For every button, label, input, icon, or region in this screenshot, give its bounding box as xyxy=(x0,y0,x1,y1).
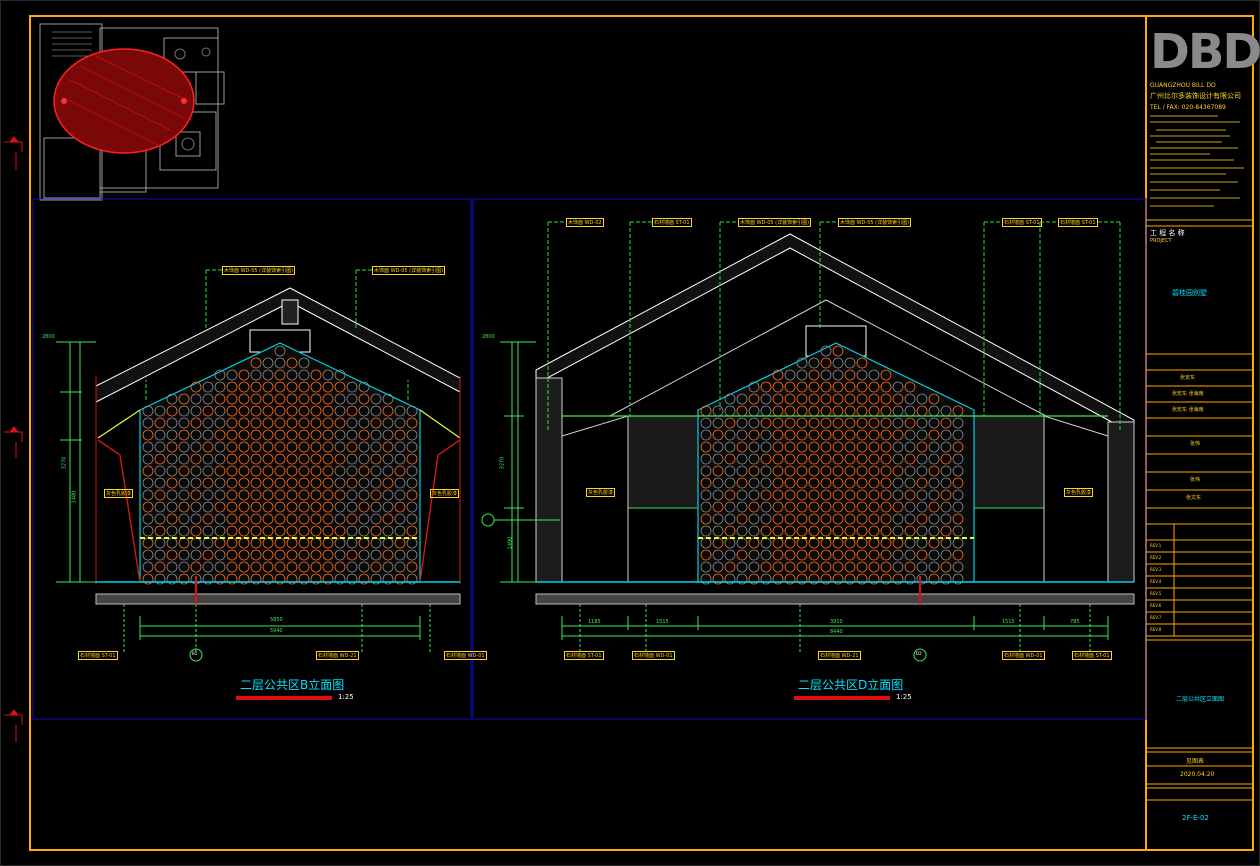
elev-d-dim-left-3: 1490 xyxy=(507,536,514,550)
elev-b-dim-2: 5940 xyxy=(270,628,283,634)
sign-row-1: 张安东 xyxy=(1180,375,1196,381)
elev-d-panel-right xyxy=(973,415,1045,509)
elev-d-dim-left-1: 2800 xyxy=(482,334,495,340)
elev-b-side-label-right: 灰色乳胶漆 xyxy=(430,489,460,498)
sign-row-4: 张伟 xyxy=(1190,441,1201,447)
designer: 见图表 xyxy=(1186,758,1205,765)
elev-b-tag-bottom-3: 石材墙面 WD-01 xyxy=(444,651,487,660)
elev-b-dim-left-1: 2800 xyxy=(42,334,55,340)
project-name: 碧桂园别墅 xyxy=(1172,289,1207,297)
elev-d-tag-top-2: 石材墙面 ST-01 xyxy=(652,218,692,227)
rev-4: REV.4 xyxy=(1150,579,1162,584)
elev-d-tag-bottom-2: 石材墙面 WD-01 xyxy=(632,651,675,660)
rev-2: REV.2 xyxy=(1150,555,1162,560)
elev-b-side-label-left: 灰色乳胶漆 xyxy=(104,489,134,498)
elev-d-feature-wall xyxy=(697,342,975,583)
elev-d-tag-top-5: 石材墙面 ST-01 xyxy=(1002,218,1042,227)
elev-b-dim-1: 5850 xyxy=(270,617,283,623)
elev-d-dim-1: 1185 xyxy=(588,619,601,625)
elevation-b-drawing xyxy=(56,269,461,700)
elev-d-dim-total: 8440 xyxy=(830,629,843,635)
rev-6: REV.6 xyxy=(1150,603,1162,608)
elev-d-tag-bottom-1: 石材墙面 ST-01 xyxy=(564,651,604,660)
elev-d-side-label-left: 灰色乳胶漆 xyxy=(586,488,616,497)
rev-1: REV.1 xyxy=(1150,543,1162,548)
elevation-d-drawing xyxy=(481,221,1135,700)
project-sub: PROJECT xyxy=(1150,238,1172,244)
elev-b-title-bar xyxy=(236,696,332,700)
elev-d-floor-slab xyxy=(535,593,1135,605)
project-label: 工 程 名 称 xyxy=(1150,229,1185,237)
drawing-number: 2F-E-02 xyxy=(1182,814,1209,822)
elev-b-floor-slab xyxy=(95,593,461,605)
elev-b-scale: 1:25 xyxy=(338,693,354,701)
elev-d-title: 二层公共区D立面图 xyxy=(798,678,904,692)
elev-b-axis-label: B1 xyxy=(192,651,198,656)
elev-b-dim-left-3: 1480 xyxy=(71,490,78,504)
elev-d-tag-bottom-3: 石材墙面 WD-21 xyxy=(818,651,861,660)
elev-d-tag-bottom-5: 石材墙面 ST-01 xyxy=(1072,651,1112,660)
elev-b-tag-top-1: 木饰面 WD-05 (详装饰索引图) xyxy=(222,266,296,275)
elev-d-tag-top-6: 石材墙面 ST-01 xyxy=(1058,218,1098,227)
elev-d-door-left xyxy=(561,415,629,583)
elev-d-tag-top-1: 木饰面 WD-02 xyxy=(566,218,604,227)
elev-d-axis-label: D2 xyxy=(916,651,922,656)
company-tel: TEL / FAX: 020-84367089 xyxy=(1150,104,1226,111)
elev-b-feature-wall xyxy=(139,342,421,583)
drawing-title: 二层公共区立面图 xyxy=(1176,696,1225,703)
elev-d-side-label-right: 灰色乳胶漆 xyxy=(1064,488,1094,497)
elev-d-tag-bottom-4: 石材墙面 WD-01 xyxy=(1002,651,1045,660)
drawing-date: 2020.04.20 xyxy=(1180,771,1215,778)
elev-b-tag-bottom-2: 石材墙面 WD-21 xyxy=(316,651,359,660)
company-name-en: GUANGZHOU BILL DO xyxy=(1150,82,1216,89)
sign-row-2: 张宏东 张海南 xyxy=(1172,391,1204,397)
title-block-grid xyxy=(1146,219,1253,801)
sign-row-3: 张宏东 张海南 xyxy=(1172,407,1204,413)
elev-d-panel-left xyxy=(627,415,699,509)
elev-b-title: 二层公共区B立面图 xyxy=(240,678,345,692)
key-plan xyxy=(39,23,225,201)
elev-d-dim-4: 1515 xyxy=(1002,619,1015,625)
elev-b-ridge-post xyxy=(281,299,299,325)
elev-d-tag-top-4: 木饰面 WD-05 (详装饰索引图) xyxy=(838,218,912,227)
elev-d-dim-3: 3910 xyxy=(830,619,843,625)
key-plan-highlight xyxy=(53,48,195,154)
elev-d-dim-left-2: 3270 xyxy=(499,456,506,470)
elev-b-tag-top-2: 木饰面 WD-05 (详装饰索引图) xyxy=(372,266,446,275)
sign-row-5: 张伟 xyxy=(1190,477,1201,483)
company-name-cn: 广州比尔多装饰设计有限公司 xyxy=(1150,92,1241,100)
elev-b-right-wall-section xyxy=(419,439,461,583)
left-section-markers xyxy=(4,136,23,742)
elev-d-dim-5: 785 xyxy=(1070,619,1080,625)
elev-b-tag-bottom-1: 石材墙面 ST-01 xyxy=(78,651,118,660)
elev-d-door-right xyxy=(1043,415,1109,583)
company-logo: DBD xyxy=(1150,24,1260,80)
rev-5: REV.5 xyxy=(1150,591,1162,596)
elev-d-left-column xyxy=(535,377,563,583)
elev-b-left-wall-section xyxy=(97,439,141,583)
elev-d-title-bar xyxy=(794,696,890,700)
cad-drawing-canvas xyxy=(0,0,1260,866)
elev-d-right-column xyxy=(1107,421,1135,583)
elev-d-scale: 1:25 xyxy=(896,693,912,701)
sign-row-6: 张文东 xyxy=(1186,495,1202,501)
elev-b-dim-left-2: 3270 xyxy=(61,456,68,470)
rev-8: REV.8 xyxy=(1150,627,1162,632)
title-block-fine-print xyxy=(1150,115,1244,207)
elev-d-tag-top-3: 木饰面 WD-05 (详装饰索引图) xyxy=(738,218,812,227)
rev-7: REV.7 xyxy=(1150,615,1162,620)
rev-3: REV.3 xyxy=(1150,567,1162,572)
elev-d-dim-2: 1515 xyxy=(656,619,669,625)
